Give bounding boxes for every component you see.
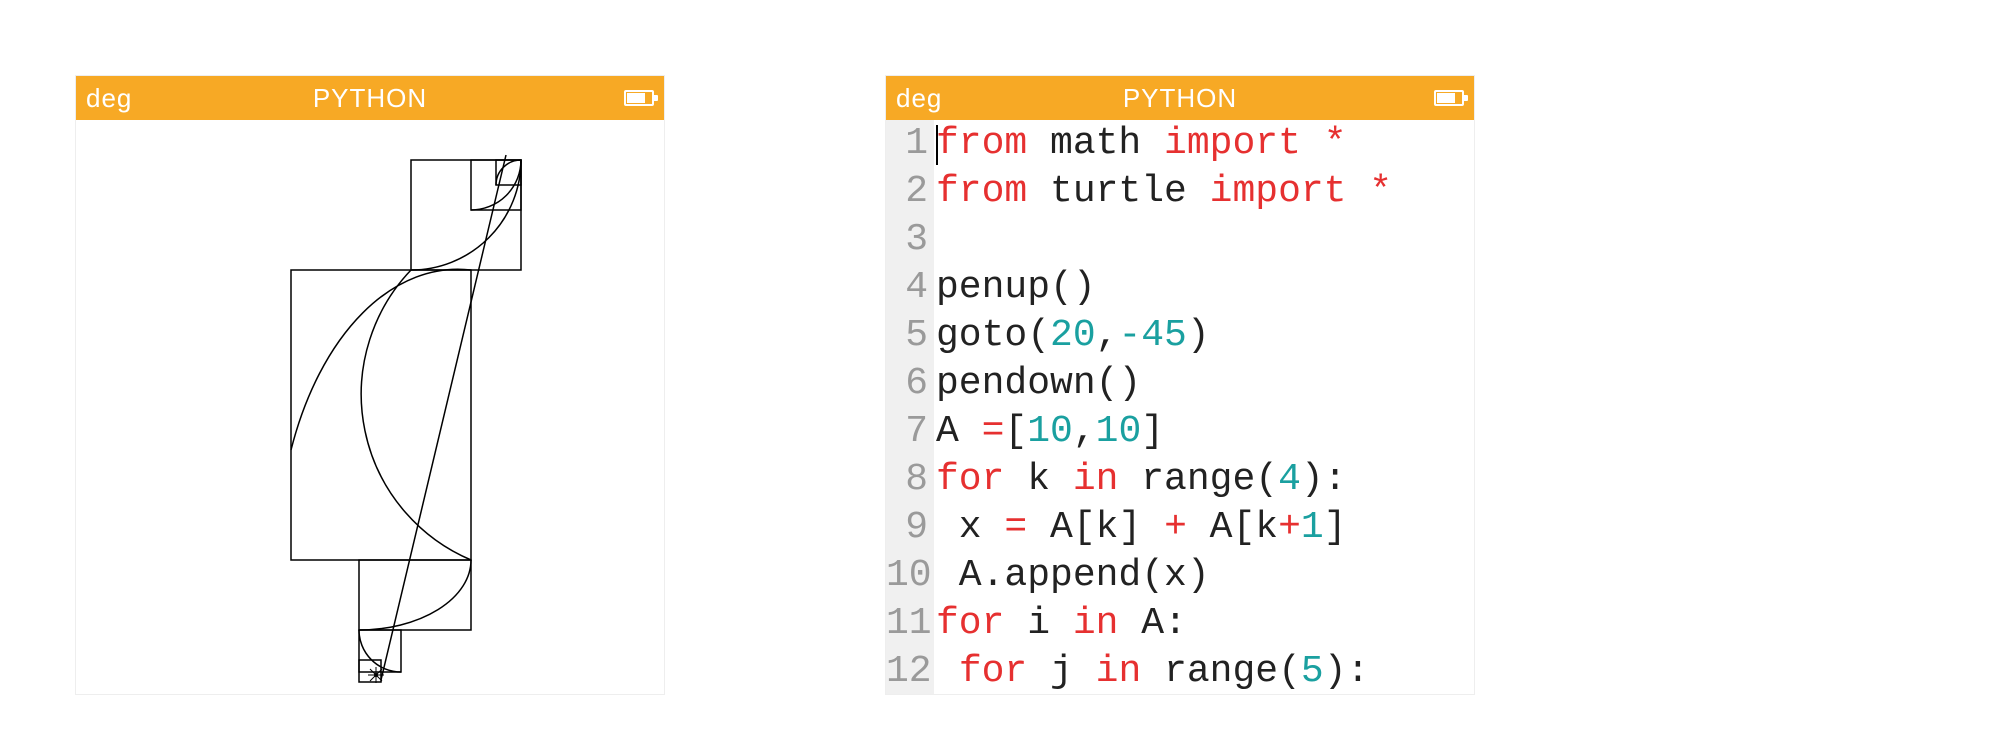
code-token: i (1004, 602, 1072, 645)
code-line[interactable]: 3 (886, 216, 1474, 264)
code-token: range( (1141, 650, 1301, 693)
titlebar: deg PYTHON (76, 76, 664, 120)
code-content[interactable]: for k in range(4): (934, 456, 1347, 504)
code-token: import (1164, 122, 1301, 165)
line-number: 6 (886, 360, 934, 408)
line-number: 4 (886, 264, 934, 312)
code-token: ] (1324, 506, 1347, 549)
code-token: A.append(x) (936, 554, 1210, 597)
code-content[interactable]: from turtle import * (934, 168, 1392, 216)
code-token: x (936, 506, 1004, 549)
line-number: 8 (886, 456, 934, 504)
code-content[interactable]: A =[10,10] (934, 408, 1164, 456)
code-content[interactable]: penup() (934, 264, 1096, 312)
code-token: turtle (1027, 170, 1209, 213)
code-token: = (982, 410, 1005, 453)
code-token: 4 (1278, 458, 1301, 501)
code-token: , (1096, 314, 1119, 357)
code-token: A: (1118, 602, 1186, 645)
app-title: PYTHON (1123, 83, 1237, 114)
battery-icon (1434, 90, 1464, 106)
code-token: A[k] (1027, 506, 1164, 549)
code-token: + (1278, 506, 1301, 549)
code-token: ] (1141, 410, 1164, 453)
code-token: j (1027, 650, 1095, 693)
code-token: ): (1324, 650, 1370, 693)
code-token (936, 650, 959, 693)
code-content[interactable]: goto(20,-45) (934, 312, 1210, 360)
code-token: from (936, 122, 1027, 165)
code-token: 10 (1096, 410, 1142, 453)
code-token: , (1073, 410, 1096, 453)
code-line[interactable]: 11for i in A: (886, 600, 1474, 648)
line-number: 12 (886, 648, 934, 694)
code-line[interactable]: 2from turtle import * (886, 168, 1474, 216)
code-token: k (1004, 458, 1072, 501)
code-token: * (1324, 122, 1347, 165)
code-line[interactable]: 4penup() (886, 264, 1474, 312)
code-line[interactable]: 12 for j in range(5): (886, 648, 1474, 694)
angle-mode-label: deg (896, 83, 942, 114)
code-line[interactable]: 9 x = A[k] + A[k+1] (886, 504, 1474, 552)
app-title: PYTHON (313, 83, 427, 114)
line-number: 7 (886, 408, 934, 456)
code-token: in (1073, 602, 1119, 645)
code-token: ): (1301, 458, 1347, 501)
code-token: = (1004, 506, 1027, 549)
code-token: [ (1004, 410, 1027, 453)
calculator-screen-editor: deg PYTHON 1from math import *2from turt… (885, 75, 1475, 695)
code-line[interactable]: 8for k in range(4): (886, 456, 1474, 504)
code-token: in (1073, 458, 1119, 501)
code-token: in (1096, 650, 1142, 693)
line-number: 11 (886, 600, 934, 648)
line-number: 3 (886, 216, 934, 264)
angle-mode-label: deg (86, 83, 132, 114)
calculator-screen-output: deg PYTHON (75, 75, 665, 695)
code-editor[interactable]: 1from math import *2from turtle import *… (886, 120, 1474, 694)
code-token: A[k (1187, 506, 1278, 549)
code-content[interactable]: A.append(x) (934, 552, 1210, 600)
code-token: from (936, 170, 1027, 213)
line-number: 5 (886, 312, 934, 360)
code-token (1301, 122, 1324, 165)
code-content[interactable]: x = A[k] + A[k+1] (934, 504, 1347, 552)
code-content[interactable]: from math import * (934, 120, 1347, 168)
code-line[interactable]: 1from math import * (886, 120, 1474, 168)
code-token: math (1027, 122, 1164, 165)
line-number: 9 (886, 504, 934, 552)
code-token: for (936, 602, 1004, 645)
code-line[interactable]: 6pendown() (886, 360, 1474, 408)
code-token: import (1210, 170, 1347, 213)
titlebar: deg PYTHON (886, 76, 1474, 120)
battery-icon (624, 90, 654, 106)
code-token: penup() (936, 266, 1096, 309)
code-token: ) (1187, 314, 1210, 357)
turtle-canvas (76, 120, 664, 694)
line-number: 1 (886, 120, 934, 168)
line-number: 2 (886, 168, 934, 216)
code-token: pendown() (936, 362, 1141, 405)
code-content[interactable]: pendown() (934, 360, 1141, 408)
code-token: A (936, 410, 982, 453)
code-token: goto( (936, 314, 1050, 357)
code-token: 20 (1050, 314, 1096, 357)
code-line[interactable]: 5goto(20,-45) (886, 312, 1474, 360)
line-number: 10 (886, 552, 934, 600)
code-token: 1 (1301, 506, 1324, 549)
code-token: for (959, 650, 1027, 693)
code-token: 5 (1301, 650, 1324, 693)
code-content[interactable]: for j in range(5): (934, 648, 1369, 694)
code-token: range( (1118, 458, 1278, 501)
code-token: * (1369, 170, 1392, 213)
code-content[interactable]: for i in A: (934, 600, 1187, 648)
code-token: for (936, 458, 1004, 501)
code-content[interactable] (934, 216, 936, 264)
code-token: 10 (1027, 410, 1073, 453)
code-line[interactable]: 7A =[10,10] (886, 408, 1474, 456)
code-token (1346, 170, 1369, 213)
code-line[interactable]: 10 A.append(x) (886, 552, 1474, 600)
code-token: -45 (1118, 314, 1186, 357)
code-token: + (1164, 506, 1187, 549)
